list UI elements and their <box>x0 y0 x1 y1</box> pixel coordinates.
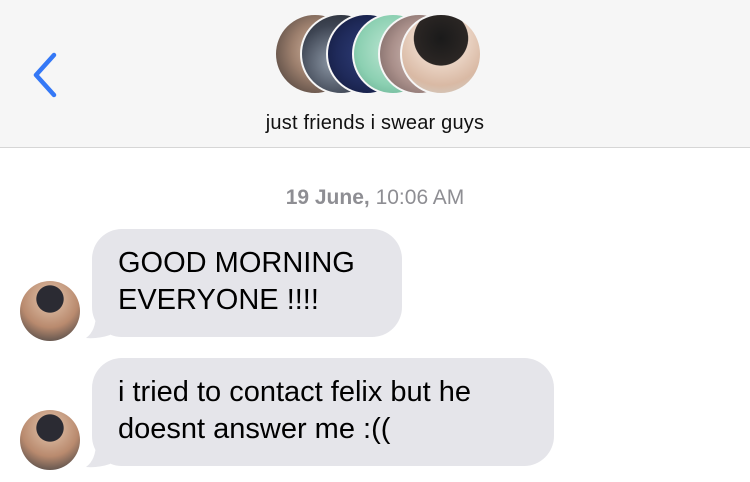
group-avatar-stack[interactable] <box>274 13 482 95</box>
member-avatar <box>400 13 482 95</box>
message-bubble[interactable]: i tried to contact felix but he doesnt a… <box>92 358 554 466</box>
timestamp-day: 19 June, <box>285 186 370 209</box>
sender-avatar[interactable] <box>20 281 80 341</box>
sender-avatar[interactable] <box>20 410 80 470</box>
message-line: EVERYONE !!!! <box>118 284 319 316</box>
chevron-left-icon <box>33 52 57 98</box>
message-bubble[interactable]: GOOD MORNING EVERYONE !!!! <box>92 229 402 337</box>
message-line: i tried to contact felix but he <box>118 376 472 408</box>
conversation-header: just friends i swear guys <box>0 0 750 148</box>
timestamp-time: 10:06 AM <box>375 186 465 209</box>
group-name[interactable]: just friends i swear guys <box>0 112 750 135</box>
message-line: GOOD MORNING <box>118 247 355 279</box>
message-timestamp: 19 June, 10:06 AM <box>0 186 750 210</box>
back-button[interactable] <box>22 50 62 100</box>
message-line: doesnt answer me :(( <box>118 413 391 445</box>
